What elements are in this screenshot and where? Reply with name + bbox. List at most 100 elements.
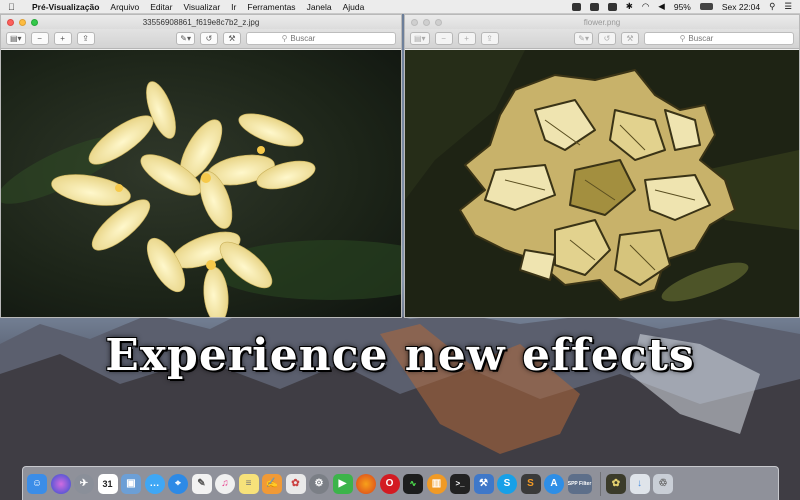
menu-ir[interactable]: Ir: [231, 2, 236, 12]
sidebar-toggle-button[interactable]: ▤▾: [410, 32, 430, 45]
zoom-out-icon: −: [37, 34, 42, 43]
rotate-icon: ↺: [603, 34, 611, 43]
menu-app-name[interactable]: Pré-Visualização: [32, 2, 99, 12]
window-toolbar: ▤▾ − + ⇪ ✎▾ ↺ ⚒ ⚲: [1, 29, 401, 49]
menu-arquivo[interactable]: Arquivo: [110, 2, 139, 12]
menu-visualizar[interactable]: Visualizar: [183, 2, 220, 12]
markup-button[interactable]: ✎▾: [574, 32, 593, 45]
sidebar-icon: ▤▾: [10, 34, 22, 43]
close-button[interactable]: [411, 18, 418, 26]
search-input[interactable]: [688, 34, 759, 43]
app-store-icon[interactable]: A: [544, 473, 564, 494]
zoom-in-icon: +: [60, 34, 65, 43]
books-icon[interactable]: ▥: [426, 473, 447, 494]
zoom-in-icon: +: [464, 34, 469, 43]
system-preferences-icon[interactable]: ⚙: [309, 473, 329, 494]
photos-icon[interactable]: ✿: [285, 473, 306, 494]
search-field[interactable]: ⚲: [246, 32, 396, 45]
share-button[interactable]: ⇪: [76, 32, 95, 45]
promo-headline: Experience new effects: [105, 330, 695, 381]
zoom-in-button[interactable]: +: [53, 32, 72, 45]
messages-icon[interactable]: …: [144, 473, 165, 494]
apple-logo-icon[interactable]: : [8, 2, 18, 12]
bluetooth-icon[interactable]: ✱: [626, 1, 633, 12]
calendar-day: 31: [102, 478, 113, 489]
terminal-icon[interactable]: >_: [450, 473, 470, 494]
home-icon[interactable]: [607, 2, 617, 11]
skype-icon[interactable]: S: [497, 473, 517, 494]
rotate-button[interactable]: ↺: [200, 32, 218, 45]
close-button[interactable]: [7, 18, 14, 26]
xcode-icon[interactable]: ⚒: [473, 473, 494, 494]
itunes-icon[interactable]: ♫: [215, 473, 235, 494]
firefox-icon[interactable]: [356, 473, 376, 494]
window-toolbar: ▤▾ − + ⇪ ✎▾ ↺ ⚒ ⚲: [405, 29, 799, 49]
flower-thumbnail-icon[interactable]: ✿: [606, 473, 626, 494]
zoom-out-button[interactable]: −: [30, 32, 49, 45]
pen-icon: ✎▾: [180, 34, 191, 43]
menu-ajuda[interactable]: Ajuda: [343, 2, 365, 12]
zoom-out-button[interactable]: −: [434, 32, 453, 45]
notification-center-icon[interactable]: ☰: [784, 1, 792, 12]
lock-icon[interactable]: [589, 2, 599, 11]
volume-icon[interactable]: ◀: [658, 1, 665, 12]
spotlight-search-icon[interactable]: ⚲: [769, 1, 775, 12]
facetime-icon[interactable]: ▶: [332, 473, 353, 494]
share-icon: ⇪: [486, 34, 493, 43]
pages-icon[interactable]: ✍: [262, 473, 282, 494]
toolbox-icon: ⚒: [626, 34, 634, 43]
zoom-button[interactable]: [31, 18, 38, 26]
search-input[interactable]: [290, 34, 361, 43]
rotate-button[interactable]: ↺: [598, 32, 616, 45]
share-button[interactable]: ⇪: [480, 32, 499, 45]
zoom-button[interactable]: [435, 18, 442, 26]
minimize-button[interactable]: [423, 18, 430, 26]
textedit-icon[interactable]: ✎: [191, 473, 212, 494]
window-titlebar[interactable]: flower.png: [405, 15, 799, 29]
minimize-button[interactable]: [19, 18, 26, 26]
menu-janela[interactable]: Janela: [307, 2, 332, 12]
menu-ferramentas[interactable]: Ferramentas: [247, 2, 295, 12]
markup-button[interactable]: ✎▾: [176, 32, 195, 45]
launchpad-icon[interactable]: ✈: [74, 473, 94, 494]
notes-icon[interactable]: ≡: [238, 473, 259, 494]
battery-icon[interactable]: [699, 3, 713, 10]
calendar-icon[interactable]: 31: [97, 473, 118, 494]
spp-filter-label: SPP Filter: [567, 480, 592, 487]
wifi-icon[interactable]: ◠: [642, 1, 649, 12]
window-titlebar[interactable]: 33556908861_f619e8c7b2_z.jpg: [1, 15, 401, 29]
menu-bar:  Pré-Visualização Arquivo Editar Visual…: [0, 0, 800, 14]
window-title: 33556908861_f619e8c7b2_z.jpg: [142, 17, 260, 27]
sublime-text-icon[interactable]: S: [520, 473, 541, 494]
clock[interactable]: Sex 22:04: [722, 2, 760, 12]
preview-window-effect: flower.png ▤▾ − + ⇪ ✎▾ ↺ ⚒ ⚲: [404, 14, 800, 318]
spp-filter-icon[interactable]: SPP Filter: [567, 473, 592, 494]
search-field[interactable]: ⚲: [644, 32, 794, 45]
safari-icon[interactable]: ⌖: [168, 473, 188, 494]
image-effect-flower: [405, 50, 799, 317]
battery-percent[interactable]: 95%: [674, 2, 691, 12]
activity-monitor-icon[interactable]: ∿: [403, 473, 423, 494]
preview-icon[interactable]: ▣: [121, 473, 141, 494]
zoom-out-icon: −: [441, 34, 446, 43]
image-original-flower: [1, 50, 401, 317]
sidebar-toggle-button[interactable]: ▤▾: [6, 32, 26, 45]
dock-separator: [600, 471, 601, 496]
toolbox-button[interactable]: ⚒: [223, 32, 241, 45]
toolbox-icon: ⚒: [228, 34, 236, 43]
rotate-icon: ↺: [205, 34, 213, 43]
trash-icon[interactable]: ♲: [653, 473, 673, 494]
zoom-in-button[interactable]: +: [457, 32, 476, 45]
dock: ☺ ✈ 31 ▣ … ⌖ ✎ ♫ ≡ ✍ ✿ ⚙ ▶ O ∿ ▥ >_ ⚒ S …: [22, 466, 779, 500]
window-title: flower.png: [583, 17, 621, 27]
sidebar-icon: ▤▾: [414, 34, 426, 43]
siri-icon[interactable]: [50, 473, 71, 494]
toolbox-button[interactable]: ⚒: [621, 32, 639, 45]
search-icon: ⚲: [679, 34, 686, 43]
downloads-icon[interactable]: ↓: [629, 473, 650, 494]
pen-icon: ✎▾: [578, 34, 589, 43]
menu-editar[interactable]: Editar: [150, 2, 172, 12]
finder-icon[interactable]: ☺: [27, 473, 47, 494]
opera-icon[interactable]: O: [379, 473, 400, 494]
dropbox-icon[interactable]: [571, 2, 581, 11]
